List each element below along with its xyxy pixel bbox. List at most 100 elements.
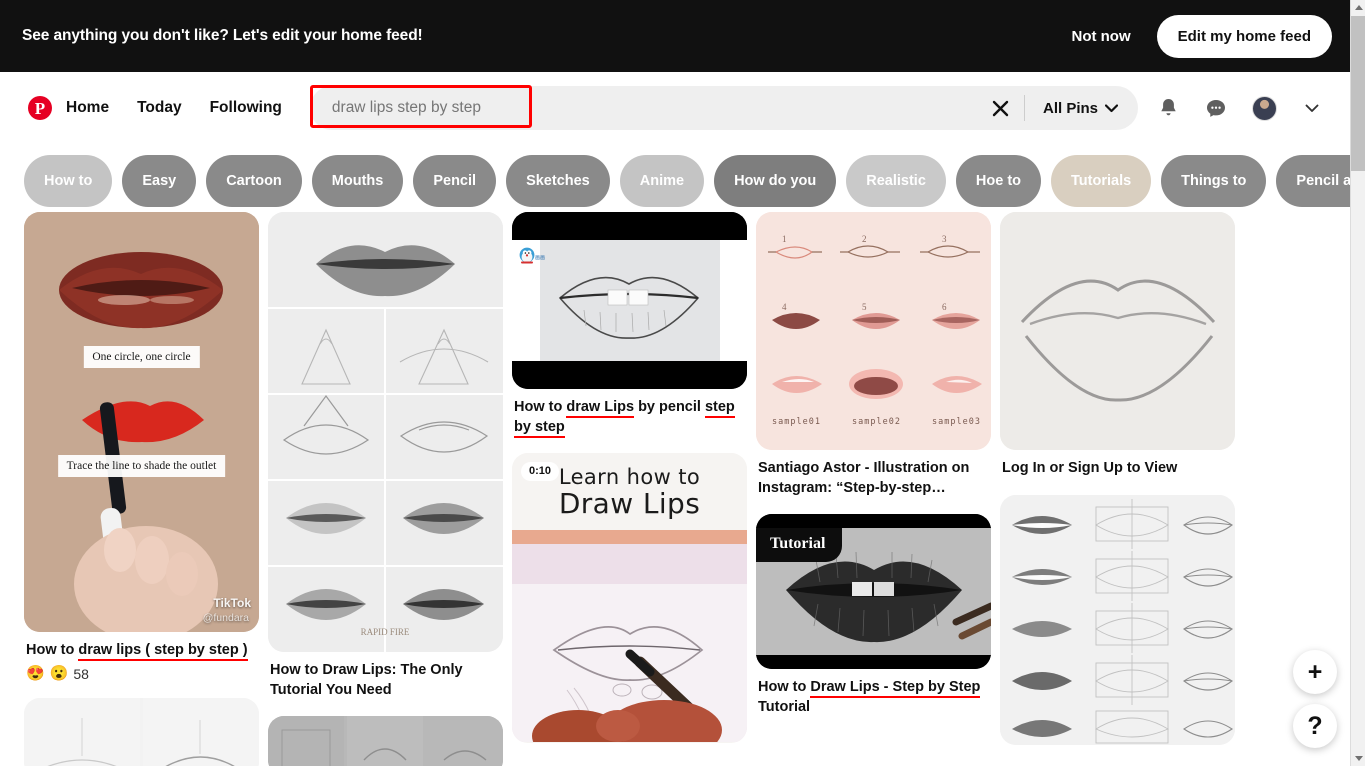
pin-image[interactable] (268, 716, 503, 766)
nav-link-today[interactable]: Today (123, 89, 196, 127)
pin-image[interactable]: 画画 (512, 212, 747, 389)
pin-title: How to draw lips ( step by step ) (24, 641, 259, 661)
filter-chip-tutorials[interactable]: Tutorials (1051, 155, 1152, 207)
search-input[interactable] (309, 86, 984, 130)
filter-chip-pencil[interactable]: Pencil (413, 155, 497, 207)
step-number: 6 (942, 302, 947, 312)
pin-column-1: One circle, one circle Trace the line to… (24, 212, 259, 766)
tutorial-corner-badge: Tutorial (756, 528, 843, 563)
pin-title: How to Draw Lips - Step by Step Tutorial (756, 678, 991, 717)
pin-card[interactable]: One circle, one circle Trace the line to… (24, 212, 259, 682)
page-scrollbar[interactable] (1350, 0, 1365, 766)
pin-overlay-caption: One circle, one circle (83, 346, 200, 368)
tiktok-watermark: TikTok (213, 596, 251, 610)
clear-search-icon[interactable] (984, 91, 1018, 125)
chevron-down-icon (1105, 103, 1118, 112)
add-pin-button[interactable]: + (1293, 650, 1337, 694)
filter-chip-cartoon[interactable]: Cartoon (206, 155, 302, 207)
pin-title-part: How to (758, 679, 811, 696)
filter-chip-easy[interactable]: Easy (122, 155, 197, 207)
pin-title-part: How to (514, 399, 567, 415)
pin-card[interactable] (1000, 494, 1235, 745)
tiktok-handle: @fundara (202, 612, 249, 624)
filter-chip-how-do-you[interactable]: How do you (714, 155, 837, 207)
filter-chip-mouths[interactable]: Mouths (311, 155, 404, 207)
headline-line-2: Draw Lips (558, 487, 701, 521)
pin-image[interactable] (24, 697, 259, 766)
messages-icon[interactable] (1196, 88, 1236, 128)
step-number: 3 (942, 234, 947, 244)
pin-title: How to Draw Lips: The Only Tutorial You … (270, 662, 463, 698)
scroll-down-arrow-icon[interactable] (1351, 751, 1365, 766)
pin-image[interactable]: One circle, one circle Trace the line to… (24, 212, 259, 632)
search-bar[interactable]: All Pins (309, 86, 1138, 130)
step-number: 1 (782, 234, 787, 244)
reaction-count: 58 (73, 665, 89, 682)
edit-home-feed-button[interactable]: Edit my home feed (1156, 14, 1332, 58)
sample-label: sample03 (932, 417, 981, 427)
pin-title-part: How to (26, 642, 79, 658)
pin-column-4: 1 2 3 4 5 6 sample01 sample02 sample03 S… (756, 212, 991, 733)
scroll-up-arrow-icon[interactable] (1351, 0, 1365, 15)
pin-title-highlight: Draw Lips - Step by Step (810, 679, 981, 699)
nav-link-home[interactable]: Home (52, 89, 123, 127)
pin-card[interactable]: 1 2 3 4 5 6 sample01 sample02 sample03 S… (756, 212, 991, 498)
banner-message: See anything you don't like? Let's edit … (22, 27, 423, 44)
nav-icon-group (1148, 88, 1332, 128)
pinterest-logo-icon[interactable]: P (28, 96, 52, 120)
pin-card[interactable]: Log In or Sign Up to View (1000, 212, 1235, 479)
sample-label: sample02 (852, 417, 901, 427)
pin-card[interactable] (268, 716, 503, 766)
filter-chip-how-to[interactable]: How to (24, 155, 113, 207)
step-number: 5 (862, 302, 867, 312)
pin-title-highlight: draw lips ( step by step ) (78, 642, 248, 661)
pin-card[interactable] (24, 697, 259, 766)
pin-card[interactable]: Tutorial How to Draw Lips - Step by Step… (756, 514, 991, 717)
pin-image[interactable] (1000, 212, 1235, 450)
pin-title: Santiago Astor - Illustration on Instagr… (758, 460, 970, 496)
filter-chip-sketches[interactable]: Sketches (506, 155, 610, 207)
pin-image[interactable]: Learn how to Draw Lips 0:10 (512, 453, 747, 744)
channel-watermark-icon: 画画 (519, 247, 545, 264)
filter-chips-row[interactable]: How to Easy Cartoon Mouths Pencil Sketches Ani… (0, 150, 1350, 212)
pin-image[interactable] (1000, 494, 1235, 745)
all-pins-dropdown[interactable]: All Pins (1025, 100, 1138, 117)
pin-card[interactable]: RAPID FIRE How to Draw Lips: The Only Tu… (268, 212, 503, 700)
pin-card-video[interactable]: Learn how to Draw Lips 0:10 (512, 453, 747, 744)
pin-card-video[interactable]: 画画 How to draw Lips by pencil step by st… (512, 212, 747, 438)
pin-image[interactable]: 1 2 3 4 5 6 sample01 sample02 sample03 (756, 212, 991, 450)
floating-action-buttons: + ? (1293, 650, 1337, 748)
pin-column-3: 画画 How to draw Lips by pencil step by st… (512, 212, 747, 759)
reaction-surprised-icon: 😮 (49, 665, 69, 683)
profile-avatar[interactable] (1244, 88, 1284, 128)
svg-text:RAPID FIRE: RAPID FIRE (361, 627, 410, 637)
not-now-button[interactable]: Not now (1061, 20, 1140, 53)
pinterest-search-page: See anything you don't like? Let's edit … (0, 0, 1365, 766)
filter-chip-pencil-art[interactable]: Pencil art (1276, 155, 1350, 207)
all-pins-label: All Pins (1042, 99, 1098, 117)
banner-actions: Not now Edit my home feed (1061, 14, 1332, 58)
pin-results-grid: One circle, one circle Trace the line to… (0, 212, 1350, 766)
scrollbar-thumb[interactable] (1351, 16, 1365, 171)
pin-title-part: Tutorial (758, 698, 811, 715)
help-button[interactable]: ? (1293, 704, 1337, 748)
pin-title-highlight: draw Lips (566, 399, 635, 418)
account-menu-chevron-down-icon[interactable] (1292, 88, 1332, 128)
reaction-heart-eyes-icon: 😍 (26, 665, 45, 683)
pin-column-5: Log In or Sign Up to View (1000, 212, 1235, 761)
pin-column-2: RAPID FIRE How to Draw Lips: The Only Tu… (268, 212, 503, 766)
step-number: 2 (862, 234, 867, 244)
search-area: All Pins (309, 85, 1138, 130)
pin-image[interactable]: RAPID FIRE (268, 212, 503, 652)
pin-image[interactable]: Tutorial (756, 514, 991, 670)
filter-chip-realistic[interactable]: Realistic (846, 155, 946, 207)
top-navigation-bar: P Home Today Following All Pins (0, 72, 1350, 144)
filter-chip-hoe-to[interactable]: Hoe to (955, 155, 1042, 207)
video-duration-badge: 0:10 (521, 462, 560, 482)
filter-chip-things-to[interactable]: Things to (1161, 155, 1267, 207)
notifications-bell-icon[interactable] (1148, 88, 1188, 128)
svg-text:画画: 画画 (535, 255, 545, 261)
filter-chip-anime[interactable]: Anime (619, 155, 705, 207)
nav-link-following[interactable]: Following (196, 89, 296, 127)
pin-title: How to draw Lips by pencil step by step (512, 398, 747, 438)
